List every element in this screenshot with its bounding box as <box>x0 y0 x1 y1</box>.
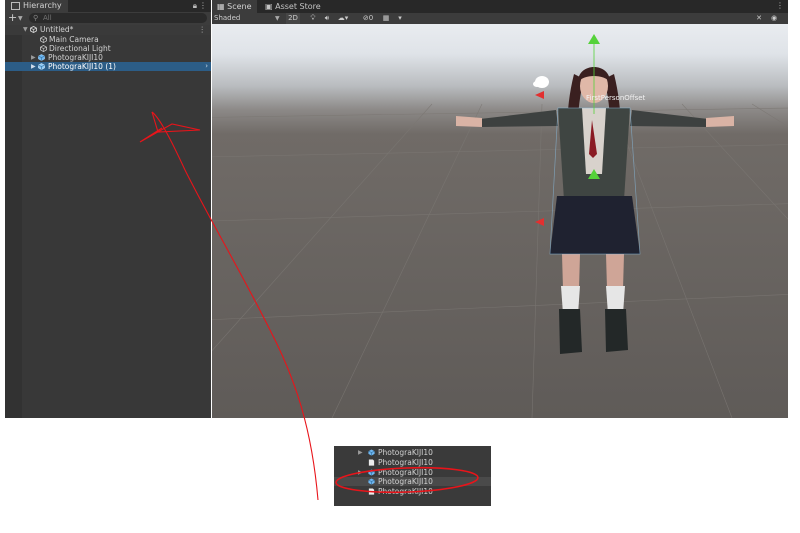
gameobject-icon <box>40 45 47 52</box>
prefab-icon <box>368 478 375 485</box>
scene-grid-icon: ▦ <box>217 2 225 11</box>
tab-scene[interactable]: ▦ Scene <box>212 0 257 13</box>
scene-menu-icon[interactable]: ⋮ <box>199 25 207 34</box>
effects-toggle-icon[interactable]: ☁▾ <box>336 13 350 24</box>
lock-icon[interactable]: 🔒︎ <box>193 1 197 11</box>
chevron-down-icon[interactable]: ▼ <box>275 13 280 24</box>
shopping-bag-icon: ▣ <box>265 2 273 11</box>
hierarchy-gutter <box>5 26 22 418</box>
unity-scene-icon <box>30 26 37 33</box>
prefab-icon <box>38 54 45 61</box>
scene-name: Untitled* <box>40 25 74 34</box>
expand-arrow-icon[interactable]: ▶ <box>31 53 36 62</box>
prefab-icon <box>368 449 375 456</box>
tools-icon[interactable]: ✕ <box>754 13 764 24</box>
hierarchy-item[interactable]: Directional Light <box>5 44 211 53</box>
inset-row-label: PhotograKIJI10 <box>378 477 433 486</box>
expand-arrow-icon[interactable]: ▶ <box>31 62 36 71</box>
tab-asset-store[interactable]: ▣ Asset Store <box>260 0 326 13</box>
scene-row[interactable]: ▼ Untitled* ⋮ <box>5 25 211 35</box>
character-model <box>456 34 734 354</box>
prefab-icon <box>368 469 375 476</box>
prefab-icon <box>38 63 45 70</box>
more-options-icon[interactable]: ⋮ <box>199 1 207 10</box>
expand-arrow-icon[interactable]: ▶ <box>358 448 363 457</box>
inset-row[interactable]: PhotograKIJI10 <box>334 487 491 496</box>
add-button[interactable]: + <box>8 12 17 24</box>
inset-row-label: PhotograKIJI10 <box>378 448 433 457</box>
grid-toggle-icon[interactable]: ▦ <box>380 13 392 24</box>
hierarchy-inset: ▶ PhotograKIJI10 PhotograKIJI10 ▶ Photog… <box>334 446 491 506</box>
search-field[interactable]: ⚲ <box>29 13 207 23</box>
object-label: FirstPersonOffset <box>586 94 646 102</box>
hierarchy-item-label: Directional Light <box>49 44 111 53</box>
inset-row[interactable]: PhotograKIJI10 <box>334 458 491 467</box>
chevron-down-icon[interactable]: ▾ <box>396 13 404 24</box>
hierarchy-item-selected[interactable]: ▶ PhotograKIJI10 (1) › <box>5 62 211 71</box>
hierarchy-list-icon <box>11 1 20 10</box>
hierarchy-toolbar: + ▼ ⚲ <box>5 12 211 26</box>
hierarchy-item[interactable]: ▶ PhotograKIJI10 <box>5 53 211 62</box>
hierarchy-item-label: PhotograKIJI10 (1) <box>48 62 116 71</box>
inset-row[interactable]: ▶ PhotograKIJI10 <box>334 468 491 477</box>
scene-tab-bar: ▦ Scene ▣ Asset Store ⋮ <box>212 0 788 13</box>
shading-mode-dropdown[interactable]: Shaded <box>214 13 282 24</box>
hierarchy-item-label: PhotograKIJI10 <box>48 53 103 62</box>
inset-row-highlighted[interactable]: PhotograKIJI10 <box>334 477 491 486</box>
hierarchy-item-label: Main Camera <box>49 35 99 44</box>
inset-row-label: PhotograKIJI10 <box>378 458 433 467</box>
gameobject-icon <box>40 36 47 43</box>
inset-row[interactable]: ▶ PhotograKIJI10 <box>334 448 491 457</box>
chevron-down-icon[interactable]: ▼ <box>18 15 23 22</box>
gizmos-icon[interactable]: ◉ <box>768 13 780 24</box>
lighting-toggle-icon[interactable]: 💡︎ <box>308 13 318 24</box>
audio-toggle-icon[interactable]: 🔊︎ <box>322 13 332 24</box>
search-input[interactable] <box>43 13 193 23</box>
file-icon <box>368 488 375 495</box>
expand-arrow-icon[interactable]: ▶ <box>358 468 363 477</box>
inset-row-label: PhotograKIJI10 <box>378 468 433 477</box>
hierarchy-item[interactable]: Main Camera <box>5 35 211 44</box>
scene-visibility-icon[interactable]: ⊘0 <box>360 13 376 24</box>
inset-row-label: PhotograKIJI10 <box>378 487 433 496</box>
scene-viewport[interactable]: FirstPersonOffset <box>212 24 788 418</box>
hierarchy-panel: Hierarchy 🔒︎ ⋮ + ▼ ⚲ ▼ Untitled* ⋮ Main … <box>5 0 211 418</box>
search-icon: ⚲ <box>33 14 39 22</box>
toggle-2d-button[interactable]: 2D <box>286 13 300 24</box>
expand-arrow-icon[interactable]: ▼ <box>23 25 28 34</box>
file-icon <box>368 459 375 466</box>
hierarchy-tab-bar: Hierarchy 🔒︎ ⋮ <box>5 0 211 12</box>
chevron-right-icon[interactable]: › <box>205 62 208 71</box>
more-options-icon[interactable]: ⋮ <box>776 1 784 10</box>
